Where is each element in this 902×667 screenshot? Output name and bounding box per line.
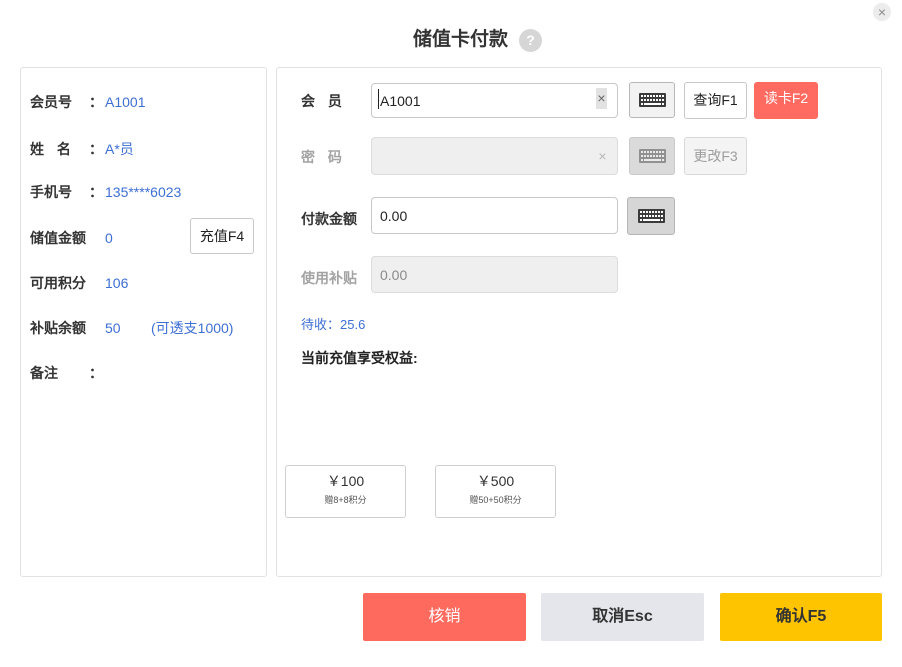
keyboard-icon bbox=[639, 93, 666, 107]
benefit-bonus: 赠8+8积分 bbox=[324, 495, 367, 505]
phone-label: 手机号 bbox=[30, 184, 72, 200]
phone-row: 手机号 ： 135****6023 bbox=[21, 182, 266, 202]
remark-label: 备注 bbox=[30, 365, 58, 381]
benefit-card[interactable]: ￥500 赠50+50积分 bbox=[435, 465, 556, 518]
confirm-button[interactable]: 确认F5 bbox=[720, 593, 882, 641]
pending-amount: 待收：25.6 bbox=[301, 317, 366, 332]
subsidy-input[interactable] bbox=[371, 256, 618, 293]
subsidy-balance-value: 50 bbox=[105, 320, 121, 336]
amount-field-label: 付款金额 bbox=[301, 211, 357, 227]
member-field-label: 会 员 bbox=[301, 93, 342, 109]
member-id-value: A1001 bbox=[105, 94, 146, 110]
benefit-card[interactable]: ￥100 赠8+8积分 bbox=[285, 465, 406, 518]
remark-row: 备注 ： bbox=[21, 363, 266, 383]
read-card-button[interactable]: 读卡F2 bbox=[754, 82, 818, 119]
member-name-value: A*员 bbox=[105, 141, 134, 157]
close-icon[interactable]: × bbox=[873, 3, 891, 21]
keyboard-icon bbox=[639, 149, 666, 163]
remark-colon: ： bbox=[89, 365, 103, 381]
recharge-button[interactable]: 充值F4 bbox=[190, 218, 254, 254]
password-keyboard-button[interactable] bbox=[629, 137, 675, 175]
benefit-bonus: 赠50+50积分 bbox=[469, 495, 522, 505]
payment-form-panel: 会 员 × 查询F1 读卡F2 密 码 × 更改F3 付款金额 使用补贴 待收：… bbox=[276, 67, 882, 577]
password-field-label: 密 码 bbox=[301, 149, 342, 165]
points-value: 106 bbox=[105, 275, 129, 291]
stored-balance-value: 0 bbox=[105, 230, 113, 246]
subsidy-balance-label: 补贴余额 bbox=[30, 320, 86, 336]
text-cursor bbox=[378, 89, 379, 109]
clear-icon[interactable]: × bbox=[596, 88, 607, 109]
writeoff-button[interactable]: 核销 bbox=[363, 593, 526, 641]
member-name-colon: ： bbox=[89, 141, 103, 157]
change-password-button[interactable]: 更改F3 bbox=[684, 137, 747, 175]
phone-colon: ： bbox=[89, 184, 103, 200]
payment-amount-input[interactable] bbox=[371, 197, 618, 234]
help-icon[interactable]: ? bbox=[519, 29, 542, 52]
subsidy-field-label: 使用补贴 bbox=[301, 270, 357, 286]
overdraft-limit: (可透支1000) bbox=[151, 320, 234, 336]
phone-value: 135****6023 bbox=[105, 184, 182, 200]
member-info-panel: 会员号 ： A1001 姓 名 ： A*员 手机号 ： 135****6023 … bbox=[20, 67, 267, 577]
stored-balance-label: 储值金额 bbox=[30, 230, 86, 246]
member-id-label: 会员号 bbox=[30, 94, 72, 110]
benefit-amount: ￥100 bbox=[326, 473, 365, 489]
benefit-amount: ￥500 bbox=[476, 473, 515, 489]
member-keyboard-button[interactable] bbox=[629, 82, 675, 118]
amount-keyboard-button[interactable] bbox=[627, 197, 675, 235]
query-button[interactable]: 查询F1 bbox=[684, 82, 747, 119]
keyboard-icon bbox=[638, 209, 665, 223]
clear-icon[interactable]: × bbox=[597, 146, 608, 167]
member-name-label: 姓 名 bbox=[30, 141, 71, 157]
dialog-title: 储值卡付款 bbox=[413, 29, 509, 50]
stored-value-card-payment-dialog: × 储值卡付款 ? 会员号 ： A1001 姓 名 ： A*员 手机号 ： 13… bbox=[0, 0, 902, 667]
points-label: 可用积分 bbox=[30, 275, 86, 291]
cancel-button[interactable]: 取消Esc bbox=[541, 593, 704, 641]
member-input[interactable] bbox=[371, 83, 618, 118]
member-id-row: 会员号 ： A1001 bbox=[21, 92, 266, 112]
points-row: 可用积分 106 bbox=[21, 273, 266, 293]
benefits-title: 当前充值享受权益: bbox=[301, 350, 418, 366]
password-input[interactable] bbox=[371, 137, 618, 175]
member-name-row: 姓 名 ： A*员 bbox=[21, 139, 266, 159]
member-id-colon: ： bbox=[89, 94, 103, 110]
subsidy-balance-row: 补贴余额 50 (可透支1000) bbox=[21, 318, 266, 338]
